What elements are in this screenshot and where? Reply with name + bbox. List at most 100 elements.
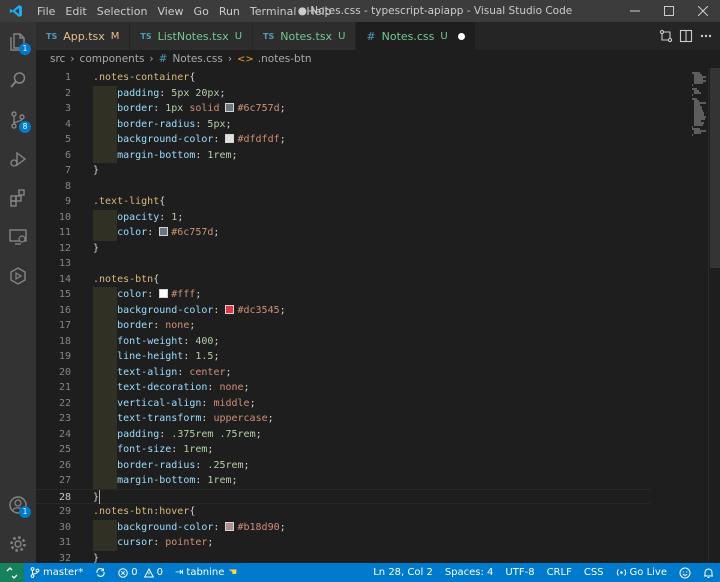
source-control-icon[interactable]: 8 (0, 104, 36, 136)
menu-terminal[interactable]: Terminal (245, 5, 302, 18)
code-token: 5px (207, 118, 226, 130)
maximize-button[interactable] (652, 0, 686, 22)
code-token: : (201, 413, 214, 424)
code-line[interactable]: 20 text-align: center; (36, 364, 650, 380)
color-swatch[interactable] (159, 227, 169, 236)
indentation-status[interactable]: Spaces: 4 (439, 563, 500, 582)
sync-icon[interactable] (89, 563, 112, 582)
code-line[interactable]: 26 border-radius: .25rem; (36, 457, 650, 473)
code-token: ; (213, 335, 220, 347)
code-line[interactable]: 6 margin-bottom: 1rem; (36, 147, 650, 163)
menu-selection[interactable]: Selection (92, 5, 153, 18)
code-editor[interactable]: 1 .notes-container{2 padding: 5px 20px; 3 … (36, 68, 720, 563)
code-line[interactable]: 10 opacity: 1; (36, 209, 650, 225)
code-line[interactable]: 19 line-height: 1.5; (36, 349, 650, 365)
unsaved-dot-icon[interactable] (457, 32, 465, 40)
remote-indicator-icon[interactable] (0, 563, 24, 582)
color-swatch[interactable] (225, 521, 235, 531)
more-actions-icon[interactable] (696, 26, 716, 46)
vertical-scrollbar[interactable] (708, 68, 720, 563)
explorer-icon[interactable]: 1 (0, 26, 36, 58)
code-line[interactable]: 14 .notes-btn{ (36, 272, 650, 288)
eol-status[interactable]: CRLF (541, 563, 578, 582)
code-line[interactable]: 21 text-decoration: none; (36, 380, 650, 396)
code-line[interactable]: 5 background-color: #dfdfdf; (36, 132, 650, 148)
code-token: ; (225, 118, 232, 130)
tab-notes-tsx[interactable]: TS Notes.tsx U (253, 22, 357, 50)
branch-name: master* (43, 567, 84, 578)
color-swatch[interactable] (225, 304, 235, 314)
close-button[interactable] (686, 0, 720, 22)
code-line[interactable]: 7} (36, 163, 650, 179)
code-line[interactable]: 13 (36, 256, 650, 272)
open-changes-icon[interactable] (656, 26, 676, 46)
code-line[interactable]: 1 .notes-container{ (36, 70, 650, 86)
menu-view[interactable]: View (152, 5, 188, 18)
tabnine-status[interactable]: ⇥ tabnine ☚ (169, 563, 243, 582)
go-live-button[interactable]: Go Live (610, 563, 673, 582)
code-token: line-height (117, 351, 184, 362)
breadcrumb-item-components[interactable]: components (80, 53, 145, 65)
minimap[interactable] (656, 68, 706, 563)
color-swatch[interactable] (159, 289, 169, 298)
code-line[interactable]: 31 cursor: pointer; (36, 535, 650, 551)
code-line[interactable]: 18 font-weight: 400; (36, 333, 650, 349)
extension-view-icon[interactable] (0, 260, 36, 292)
breadcrumb-item-file[interactable]: Notes.css (172, 53, 222, 65)
code-line[interactable]: 23 text-transform: uppercase; (36, 411, 650, 427)
color-swatch[interactable] (225, 134, 235, 143)
code-token: #dc3545 (237, 304, 280, 316)
tab-listnotes-tsx[interactable]: TS ListNotes.tsx U (130, 22, 254, 50)
notifications-bell-icon[interactable] (697, 563, 720, 582)
code-line[interactable]: 15 color: #fff; (36, 287, 650, 303)
broadcast-icon (616, 569, 626, 576)
accounts-icon[interactable]: 1 (0, 489, 36, 521)
code-line[interactable]: 17 border: none; (36, 318, 650, 334)
tab-app-tsx[interactable]: TS App.tsx M (36, 22, 131, 50)
menu-file[interactable]: File (32, 5, 60, 18)
code-line[interactable]: 29 .notes-btn:hover{ (36, 504, 650, 520)
code-token: : (171, 444, 184, 455)
code-line[interactable]: 24 padding: .375rem .75rem; (36, 426, 650, 442)
code-line[interactable]: 25 font-size: 1rem; (36, 442, 650, 458)
split-editor-icon[interactable] (676, 26, 696, 46)
branch-status[interactable]: master* (24, 563, 89, 582)
code-line[interactable]: 12} (36, 241, 650, 257)
feedback-icon[interactable] (673, 563, 697, 582)
manage-gear-icon[interactable] (0, 528, 36, 560)
code-line[interactable]: 2 padding: 5px 20px; (36, 85, 650, 101)
remote-explorer-icon[interactable] (0, 221, 36, 253)
code-line[interactable]: 8 (36, 179, 650, 195)
code-line[interactable]: 28} (36, 488, 650, 504)
code-line[interactable]: 32} (36, 551, 650, 564)
cursor-position[interactable]: Ln 28, Col 2 (367, 563, 439, 582)
code-line[interactable]: 9 .text-light{ (36, 194, 650, 210)
language-mode[interactable]: CSS (578, 563, 610, 582)
run-debug-icon[interactable] (0, 143, 36, 175)
minimap-line (694, 92, 701, 94)
breadcrumb-item-src[interactable]: src (50, 53, 65, 65)
code-token: ; (243, 459, 250, 471)
menu-run[interactable]: Run (214, 5, 245, 18)
code-line[interactable]: 3 border: 1px solid #6c757d; (36, 101, 650, 117)
menu-go[interactable]: Go (189, 5, 214, 18)
tab-notes-css[interactable]: # Notes.css U (356, 22, 476, 50)
typescript-file-icon: TS (263, 31, 275, 41)
extensions-icon[interactable] (0, 182, 36, 214)
code-token: opacity (117, 211, 160, 223)
minimize-button[interactable] (618, 0, 652, 22)
search-icon[interactable] (0, 64, 36, 96)
scrollbar-thumb[interactable] (710, 68, 720, 268)
code-line[interactable]: 27 margin-bottom: 1rem; (36, 473, 650, 489)
encoding-status[interactable]: UTF-8 (499, 563, 540, 582)
code-line[interactable]: 22 vertical-align: middle; (36, 395, 650, 411)
code-line[interactable]: 4 border-radius: 5px; (36, 116, 650, 132)
menu-edit[interactable]: Edit (60, 5, 91, 18)
menu-help[interactable]: Help (301, 5, 336, 18)
color-swatch[interactable] (225, 103, 235, 112)
breadcrumb-item-symbol[interactable]: .notes-btn (258, 53, 312, 65)
code-line[interactable]: 16 background-color: #dc3545; (36, 302, 650, 318)
problems-status[interactable]: 0 0 (112, 563, 169, 582)
code-line[interactable]: 30 background-color: #b18d90; (36, 519, 650, 535)
code-line[interactable]: 11 color: #6c757d; (36, 225, 650, 241)
